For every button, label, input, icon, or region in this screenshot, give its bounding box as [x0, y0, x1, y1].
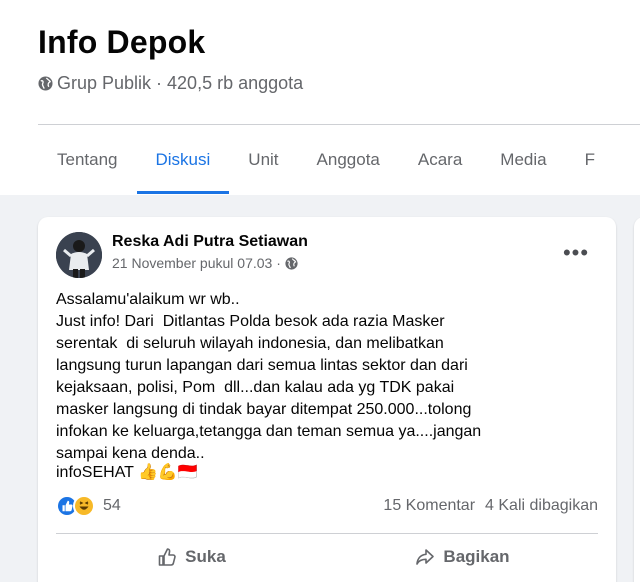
actions-divider — [56, 533, 598, 534]
tab-acara[interactable]: Acara — [399, 126, 481, 194]
post-card: Reska Adi Putra Setiawan 21 November puk… — [38, 217, 616, 582]
share-icon — [416, 549, 435, 565]
share-count[interactable]: 4 Kali dibagikan — [485, 497, 598, 515]
like-button[interactable]: Suka — [56, 539, 327, 575]
post-actions: Suka Bagikan — [56, 539, 598, 575]
tab-media[interactable]: Media — [481, 126, 565, 194]
haha-reaction-icon — [73, 495, 95, 517]
reaction-count: 54 — [103, 497, 121, 514]
group-tabs: Tentang Diskusi Unit Anggota Acara Media… — [38, 126, 614, 194]
post-stats: 15 Komentar 4 Kali dibagikan — [383, 497, 598, 515]
post-author[interactable]: Reska Adi Putra Setiawan — [112, 233, 308, 251]
tab-tentang[interactable]: Tentang — [38, 126, 137, 194]
header-divider — [38, 124, 640, 125]
comment-count[interactable]: 15 Komentar — [383, 497, 475, 515]
group-title: Info Depok — [38, 24, 206, 60]
tag-emojis: 👍💪🇮🇩 — [137, 464, 198, 481]
share-label: Bagikan — [443, 547, 510, 566]
tab-unit[interactable]: Unit — [229, 126, 297, 194]
more-options-icon[interactable]: ••• — [560, 237, 592, 269]
tab-f[interactable]: F — [566, 126, 614, 194]
globe-icon — [38, 76, 53, 91]
public-globe-icon — [285, 256, 298, 270]
reaction-summary[interactable]: 54 — [56, 495, 121, 517]
post-timestamp[interactable]: 21 November pukul 07.03 · — [112, 255, 281, 271]
like-label: Suka — [185, 547, 226, 566]
group-meta: Grup Publik · 420,5 rb anggota — [38, 73, 303, 94]
thumbs-up-icon — [158, 548, 176, 566]
tab-diskusi[interactable]: Diskusi — [136, 126, 230, 194]
post-tag-line: infoSEHAT 👍💪🇮🇩 — [56, 462, 198, 484]
post-body: Assalamu'alaikum wr wb.. Just info! Dari… — [56, 289, 600, 465]
tab-anggota[interactable]: Anggota — [298, 126, 399, 194]
post-meta: 21 November pukul 07.03 · — [112, 255, 298, 271]
group-header: Info Depok Grup Publik · 420,5 rb anggot… — [0, 0, 640, 195]
post-text: Assalamu'alaikum wr wb.. Just info! Dari… — [56, 291, 482, 462]
post-tag[interactable]: infoSEHAT — [56, 462, 134, 484]
adjacent-card — [634, 217, 640, 582]
group-meta-text: Grup Publik · 420,5 rb anggota — [57, 73, 304, 93]
avatar[interactable] — [56, 232, 102, 278]
share-button[interactable]: Bagikan — [327, 539, 598, 575]
